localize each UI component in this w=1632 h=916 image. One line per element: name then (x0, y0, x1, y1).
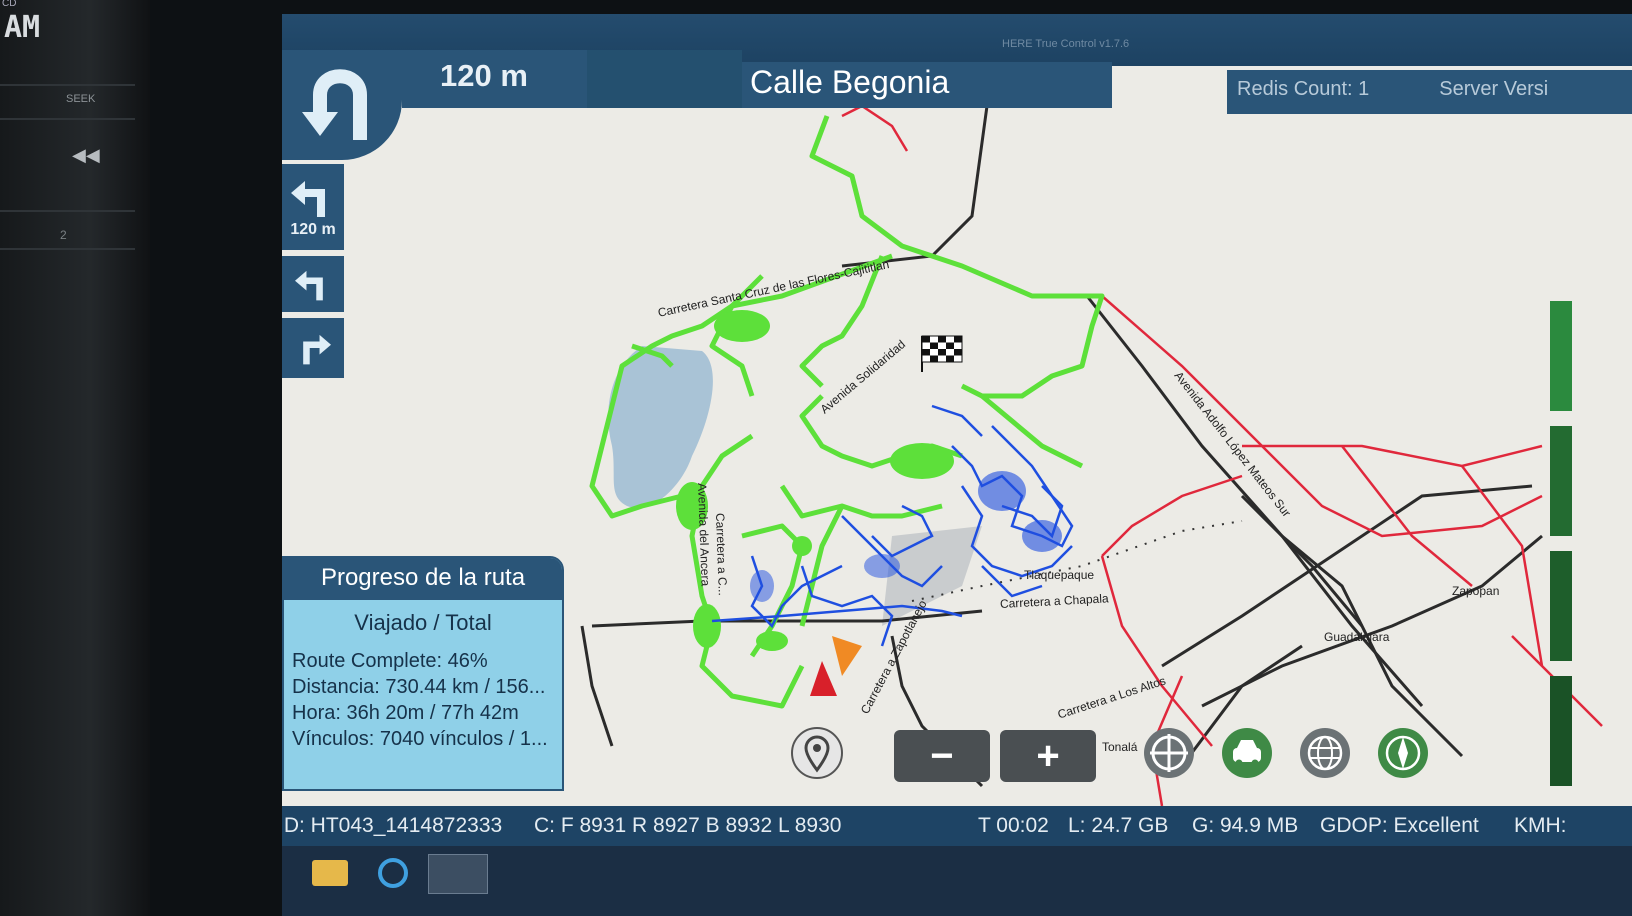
roads (580, 105, 1543, 788)
device-id: ID: HT043_1414872333 (282, 814, 503, 837)
status-bar: ID: HT043_1414872333 C: F 8931 R 8927 B … (282, 806, 1632, 846)
gps-usage: G: 94.9 MB (1192, 814, 1299, 837)
zoom-out-button[interactable]: − (894, 730, 990, 782)
turn-right-button[interactable] (282, 318, 344, 378)
crosshair-button[interactable] (1142, 726, 1196, 785)
finish-flag-icon (921, 335, 963, 372)
map-label-carretera-c: Carretera a C... (713, 512, 730, 596)
speed-label: KMH: (1514, 814, 1567, 837)
redis-count: Redis Count: 1 (1237, 78, 1370, 100)
route-complete: Route Complete: 46% (292, 650, 488, 672)
progress-subheader: Viajado / Total (354, 610, 492, 635)
progress-header: Progreso de la ruta (284, 558, 562, 600)
server-info: Redis Count: 1 Server Versi (1227, 70, 1632, 114)
server-version: Server Versi (1439, 78, 1549, 100)
rewind-button[interactable]: ◀◀ (72, 145, 100, 166)
cd-label: CD (2, 0, 17, 9)
street-name: Calle Begonia (742, 62, 1112, 108)
route-links: Vínculos: 7040 vínculos / 1... (292, 728, 548, 750)
browser-icon[interactable] (378, 858, 408, 888)
zoom-in-icon: + (1036, 733, 1060, 778)
map-label-guadalajara: Guadalajara (1324, 630, 1390, 644)
u-turn-icon (302, 69, 367, 140)
folder-icon[interactable] (312, 860, 348, 886)
globe-icon (1300, 728, 1350, 778)
taskbar (282, 846, 1632, 916)
maneuver-spacer (587, 50, 742, 108)
crosshair-icon (1144, 728, 1194, 778)
compass-icon (1378, 728, 1428, 778)
turn-left-icon (295, 270, 323, 301)
map-label-tlaquepaque: Tlaquepaque (1024, 568, 1095, 582)
map-label-tonala: Tonalá (1102, 740, 1138, 754)
radio-display: AM (4, 10, 41, 45)
turn-left-button[interactable] (282, 256, 344, 312)
gdop-status: GDOP: Excellent (1320, 814, 1479, 837)
maneuver-distance: 120 m (402, 50, 587, 108)
nav-screen: HERE True Control v1.7.6 Carretera Santa… (282, 14, 1632, 916)
next-maneuver-panel[interactable] (282, 50, 402, 160)
preset-button[interactable]: 2 (60, 228, 67, 242)
route-progress-panel: Progreso de la ruta Viajado / Total Rout… (282, 556, 564, 791)
elapsed-time: T 00:02 (978, 814, 1049, 837)
map-label-zapopan: Zapopan (1452, 584, 1500, 598)
location-pin-icon (791, 727, 843, 779)
zoom-in-button[interactable]: + (1000, 730, 1096, 782)
vehicle-position-icon (810, 636, 862, 696)
zoom-out-icon: − (930, 733, 954, 778)
app-title: HERE True Control v1.7.6 (1002, 38, 1130, 50)
car-bezel: CD AM SEEK ◀◀ 2 (0, 0, 150, 916)
app-taskbar-button[interactable] (428, 854, 488, 894)
car-icon (1222, 728, 1272, 778)
turn-left-icon (291, 181, 325, 217)
next-turn-button[interactable]: 120 m (282, 164, 344, 250)
disk-usage: L: 24.7 GB (1068, 814, 1169, 837)
location-pin-button[interactable] (790, 726, 844, 785)
camera-counts: C: F 8931 R 8927 B 8932 L 8930 (534, 814, 842, 837)
route-time: Hora: 36h 20m / 77h 42m (292, 702, 519, 724)
route-distance: Distancia: 730.44 km / 156... (292, 676, 546, 698)
globe-button[interactable] (1298, 726, 1352, 785)
seek-label: SEEK (66, 93, 96, 105)
next-turn-distance: 120 m (290, 221, 336, 238)
turn-right-icon (303, 334, 331, 365)
car-button[interactable] (1220, 726, 1274, 785)
compass-button[interactable] (1376, 726, 1430, 785)
